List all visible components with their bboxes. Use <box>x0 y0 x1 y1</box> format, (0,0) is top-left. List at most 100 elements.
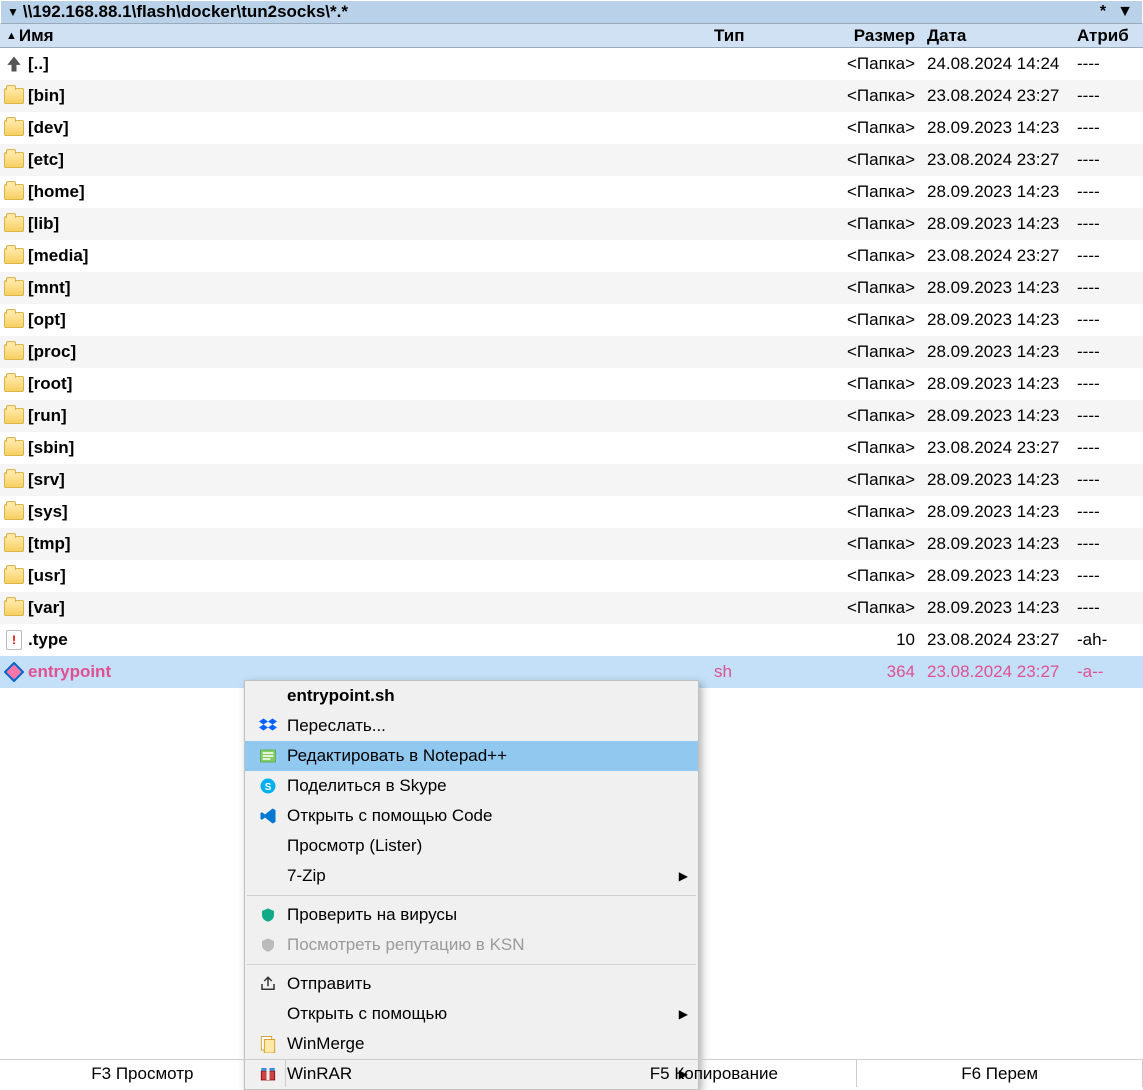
folder-icon <box>4 440 24 456</box>
folder-icon <box>4 600 24 616</box>
context-menu-label: Открыть с помощью <box>281 1004 672 1024</box>
file-date: 28.09.2023 14:23 <box>921 278 1071 298</box>
file-attr: ---- <box>1071 150 1143 170</box>
file-attr: ---- <box>1071 502 1143 522</box>
dropbox-icon <box>255 717 281 735</box>
file-attr: ---- <box>1071 86 1143 106</box>
column-header-date[interactable]: Дата <box>921 26 1071 46</box>
context-menu-label: 7-Zip <box>281 866 672 886</box>
file-date: 28.09.2023 14:23 <box>921 406 1071 426</box>
context-menu-item[interactable]: Отправить <box>245 969 698 999</box>
shield-green-icon <box>255 906 281 924</box>
context-menu-item[interactable]: Переслать... <box>245 711 698 741</box>
context-menu-separator <box>247 895 696 896</box>
context-menu-label: Посмотреть репутацию в KSN <box>281 935 672 955</box>
file-row[interactable]: [sbin]<Папка>23.08.2024 23:27---- <box>0 432 1143 464</box>
file-row[interactable]: [..]<Папка>24.08.2024 14:24---- <box>0 48 1143 80</box>
file-date: 28.09.2023 14:23 <box>921 342 1071 362</box>
file-name: [lib] <box>28 214 714 234</box>
svg-text:S: S <box>265 782 272 793</box>
context-menu-label: Открыть с помощью Code <box>281 806 672 826</box>
file-row[interactable]: [bin]<Папка>23.08.2024 23:27---- <box>0 80 1143 112</box>
file-size: <Папка> <box>829 534 921 554</box>
f6-move-button[interactable]: F6 Перем <box>857 1060 1143 1087</box>
file-date: 28.09.2023 14:23 <box>921 118 1071 138</box>
context-menu-item[interactable]: Открыть с помощью Code <box>245 801 698 831</box>
file-row[interactable]: !.type1023.08.2024 23:27-ah- <box>0 624 1143 656</box>
file-attr: ---- <box>1071 374 1143 394</box>
file-row[interactable]: [mnt]<Папка>28.09.2023 14:23---- <box>0 272 1143 304</box>
path-favorite-button[interactable]: * <box>1092 3 1114 21</box>
file-row[interactable]: [lib]<Папка>28.09.2023 14:23---- <box>0 208 1143 240</box>
f3-view-button[interactable]: F3 Просмотр <box>0 1060 286 1087</box>
file-attr: ---- <box>1071 310 1143 330</box>
context-menu-item[interactable]: SПоделиться в Skype <box>245 771 698 801</box>
path-text[interactable]: \\192.168.88.1\flash\docker\tun2socks\*.… <box>23 2 348 22</box>
notepadpp-icon <box>255 747 281 765</box>
context-menu-item[interactable]: Редактировать в Notepad++ <box>245 741 698 771</box>
warning-file-icon: ! <box>6 630 22 650</box>
file-row[interactable]: [var]<Папка>28.09.2023 14:23---- <box>0 592 1143 624</box>
sort-ascending-icon: ▲ <box>6 30 17 42</box>
file-attr: ---- <box>1071 342 1143 362</box>
file-date: 23.08.2024 23:27 <box>921 246 1071 266</box>
context-menu-label: Проверить на вирусы <box>281 905 672 925</box>
file-row[interactable]: [proc]<Папка>28.09.2023 14:23---- <box>0 336 1143 368</box>
path-dropdown-icon[interactable]: ▼ <box>7 5 19 19</box>
file-size: <Папка> <box>829 374 921 394</box>
context-menu-label: entrypoint.sh <box>281 686 672 706</box>
file-date: 23.08.2024 23:27 <box>921 438 1071 458</box>
file-attr: -ah- <box>1071 630 1143 650</box>
file-row[interactable]: [root]<Папка>28.09.2023 14:23---- <box>0 368 1143 400</box>
context-menu-label: Переслать... <box>281 716 672 736</box>
context-menu-item[interactable]: Просмотр (Lister) <box>245 831 698 861</box>
file-name: [run] <box>28 406 714 426</box>
folder-icon <box>4 248 24 264</box>
column-header-attr[interactable]: Атриб <box>1071 26 1143 46</box>
file-row[interactable]: [usr]<Папка>28.09.2023 14:23---- <box>0 560 1143 592</box>
file-size: <Папка> <box>829 118 921 138</box>
column-header-name[interactable]: ▲ Имя <box>0 26 714 46</box>
file-name: [etc] <box>28 150 714 170</box>
file-size: <Папка> <box>829 214 921 234</box>
file-size: 364 <box>829 662 921 682</box>
path-history-button[interactable]: ▼ <box>1114 3 1136 21</box>
file-date: 28.09.2023 14:23 <box>921 502 1071 522</box>
file-row[interactable]: [sys]<Папка>28.09.2023 14:23---- <box>0 496 1143 528</box>
file-name: [dev] <box>28 118 714 138</box>
file-row[interactable]: [tmp]<Папка>28.09.2023 14:23---- <box>0 528 1143 560</box>
file-row[interactable]: [etc]<Папка>23.08.2024 23:27---- <box>0 144 1143 176</box>
file-row[interactable]: [media]<Папка>23.08.2024 23:27---- <box>0 240 1143 272</box>
f5-copy-button[interactable]: F5 Копирование <box>572 1060 858 1087</box>
submenu-arrow-icon: ▶ <box>672 869 688 883</box>
file-row[interactable]: [srv]<Папка>28.09.2023 14:23---- <box>0 464 1143 496</box>
folder-icon <box>4 344 24 360</box>
file-date: 23.08.2024 23:27 <box>921 150 1071 170</box>
folder-icon <box>4 216 24 232</box>
file-row[interactable]: [dev]<Папка>28.09.2023 14:23---- <box>0 112 1143 144</box>
column-header-type[interactable]: Тип <box>714 26 829 46</box>
file-size: <Папка> <box>829 54 921 74</box>
file-name: [tmp] <box>28 534 714 554</box>
context-menu: entrypoint.sh Переслать... Редактировать в… <box>244 680 699 1090</box>
file-row[interactable]: [run]<Папка>28.09.2023 14:23---- <box>0 400 1143 432</box>
context-menu-item[interactable]: WinMerge <box>245 1029 698 1059</box>
context-menu-item[interactable]: 7-Zip▶ <box>245 861 698 891</box>
file-row[interactable]: [home]<Папка>28.09.2023 14:23---- <box>0 176 1143 208</box>
file-date: 28.09.2023 14:23 <box>921 566 1071 586</box>
context-menu-separator <box>247 964 696 965</box>
column-header-size[interactable]: Размер <box>829 26 921 46</box>
file-row[interactable]: [opt]<Папка>28.09.2023 14:23---- <box>0 304 1143 336</box>
skype-icon: S <box>255 777 281 795</box>
file-attr: ---- <box>1071 54 1143 74</box>
context-menu-item[interactable]: entrypoint.sh <box>245 681 698 711</box>
file-name: [mnt] <box>28 278 714 298</box>
file-size: <Папка> <box>829 246 921 266</box>
folder-icon <box>4 536 24 552</box>
context-menu-item[interactable]: Проверить на вирусы <box>245 900 698 930</box>
folder-icon <box>4 504 24 520</box>
file-size: <Папка> <box>829 406 921 426</box>
file-type: sh <box>714 662 829 682</box>
file-size: 10 <box>829 630 921 650</box>
context-menu-item[interactable]: Открыть с помощью▶ <box>245 999 698 1029</box>
